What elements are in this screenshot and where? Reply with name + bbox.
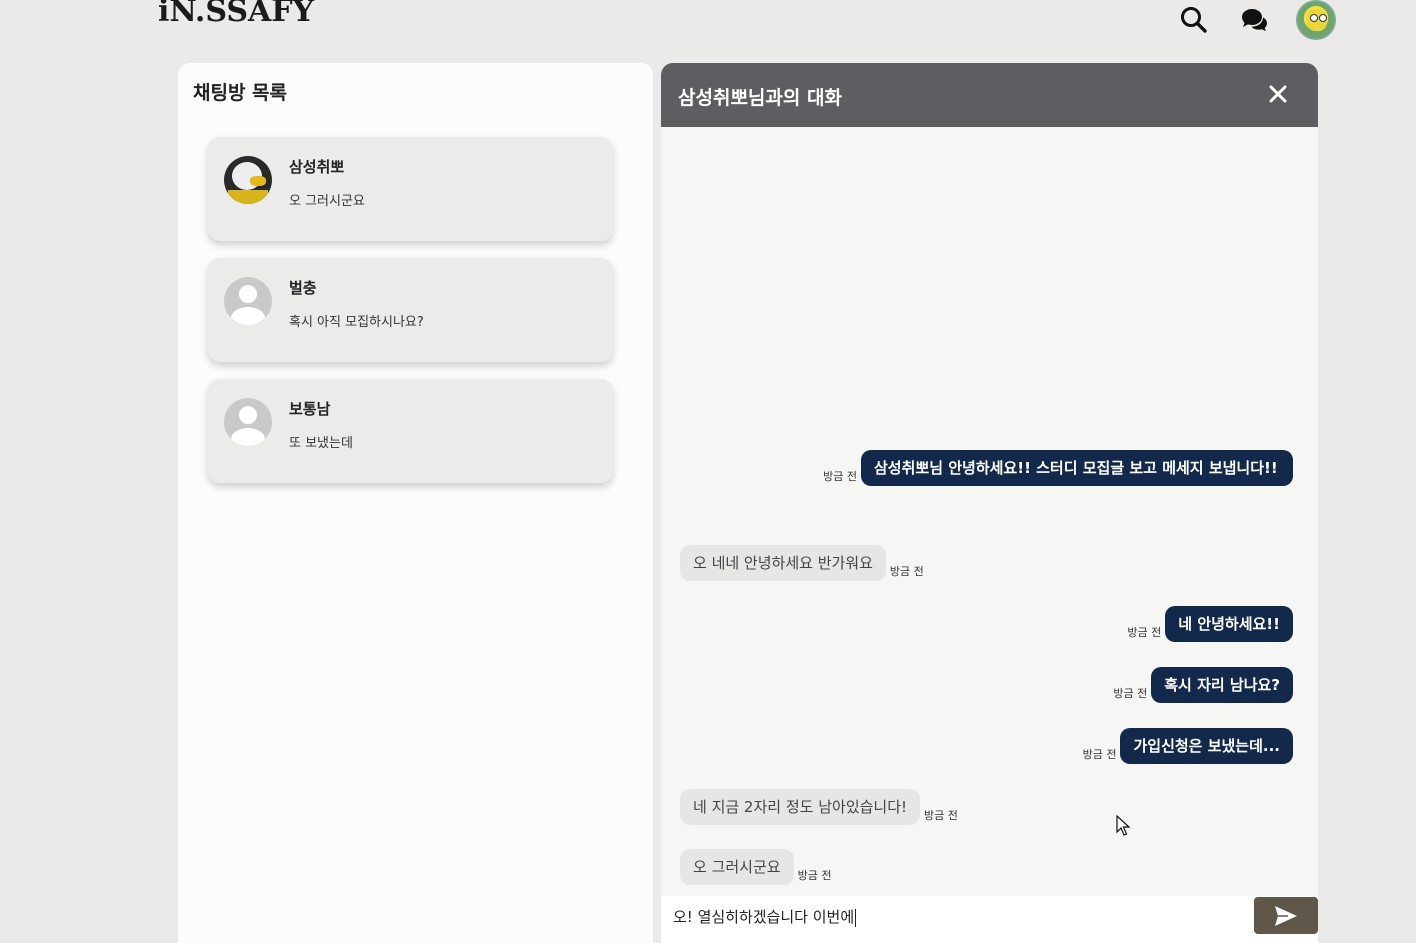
message-time: 방금 전 (889, 565, 924, 578)
search-icon[interactable] (1179, 5, 1209, 35)
room-last-message: 또 보냈는데 (289, 436, 353, 451)
room-last-message: 오 그러시군요 (289, 194, 365, 209)
chat-header: 삼성취뽀님과의 대화 (661, 63, 1318, 127)
message-row: 방금 전 가입신청은 보냈는데... (1079, 728, 1293, 764)
chat-icon[interactable] (1239, 5, 1269, 35)
message-time: 방금 전 (1127, 626, 1162, 639)
text-caret (855, 908, 857, 927)
message-time: 방금 전 (924, 809, 958, 822)
send-icon (1275, 906, 1297, 926)
message-bubble-theirs: 오 그러시군요 (680, 849, 794, 885)
chat-title: 삼성취뽀님과의 대화 (678, 87, 842, 109)
room-avatar (224, 398, 272, 446)
message-input[interactable]: 오! 열심히하겠습니다 이번에 (661, 896, 1318, 943)
room-avatar (224, 277, 272, 325)
message-bubble-mine: 삼성취뽀님 안녕하세요!! 스터디 모집글 보고 메세지 보냅니다!! (861, 450, 1293, 486)
message-row: 방금 전 삼성취뽀님 안녕하세요!! 스터디 모집글 보고 메세지 보냅니다!! (819, 450, 1293, 486)
message-row: 네 지금 2자리 정도 남아있습니다! 방금 전 (680, 789, 962, 825)
room-name: 벌충 (289, 279, 317, 297)
message-bubble-mine: 혹시 자리 남나요? (1151, 667, 1293, 703)
message-bubble-theirs: 오 네네 안녕하세요 반가워요 (680, 545, 886, 581)
room-item[interactable]: 삼성취뽀 오 그러시군요 (208, 137, 613, 241)
message-row: 방금 전 혹시 자리 남나요? (1109, 667, 1293, 703)
message-time: 방금 전 (797, 869, 832, 882)
message-row: 방금 전 네 안녕하세요!! (1123, 606, 1293, 642)
room-last-message: 혹시 아직 모집하시나요? (289, 315, 424, 330)
room-item[interactable]: 보통남 또 보냈는데 (208, 379, 613, 483)
room-name: 보통남 (289, 400, 331, 418)
message-time: 방금 전 (1113, 687, 1148, 700)
room-name: 삼성취뽀 (289, 158, 345, 176)
message-input-value: 오! 열심히하겠습니다 이번에 (673, 908, 857, 927)
app-logo[interactable]: iN.SSAFY (158, 0, 314, 29)
send-button[interactable] (1254, 897, 1318, 934)
close-icon[interactable] (1268, 84, 1288, 104)
room-avatar (224, 156, 272, 204)
profile-avatar[interactable] (1296, 0, 1336, 40)
message-row: 오 네네 안녕하세요 반가워요 방금 전 (680, 545, 928, 581)
chat-room-list-panel: 채팅방 목록 삼성취뽀 오 그러시군요 벌충 혹시 아직 모집하시나요? 보통남… (178, 63, 653, 943)
room-item[interactable]: 벌충 혹시 아직 모집하시나요? (208, 258, 613, 362)
mouse-pointer-icon (1116, 815, 1130, 836)
message-time: 방금 전 (823, 470, 857, 483)
message-bubble-mine: 가입신청은 보냈는데... (1120, 728, 1293, 764)
message-time: 방금 전 (1082, 748, 1117, 761)
message-row: 오 그러시군요 방금 전 (680, 849, 835, 885)
message-bubble-theirs: 네 지금 2자리 정도 남아있습니다! (680, 789, 921, 825)
chat-window: 삼성취뽀님과의 대화 방금 전 삼성취뽀님 안녕하세요!! 스터디 모집글 보고… (661, 63, 1318, 943)
room-list-title: 채팅방 목록 (193, 82, 288, 104)
message-bubble-mine: 네 안녕하세요!! (1165, 606, 1293, 642)
